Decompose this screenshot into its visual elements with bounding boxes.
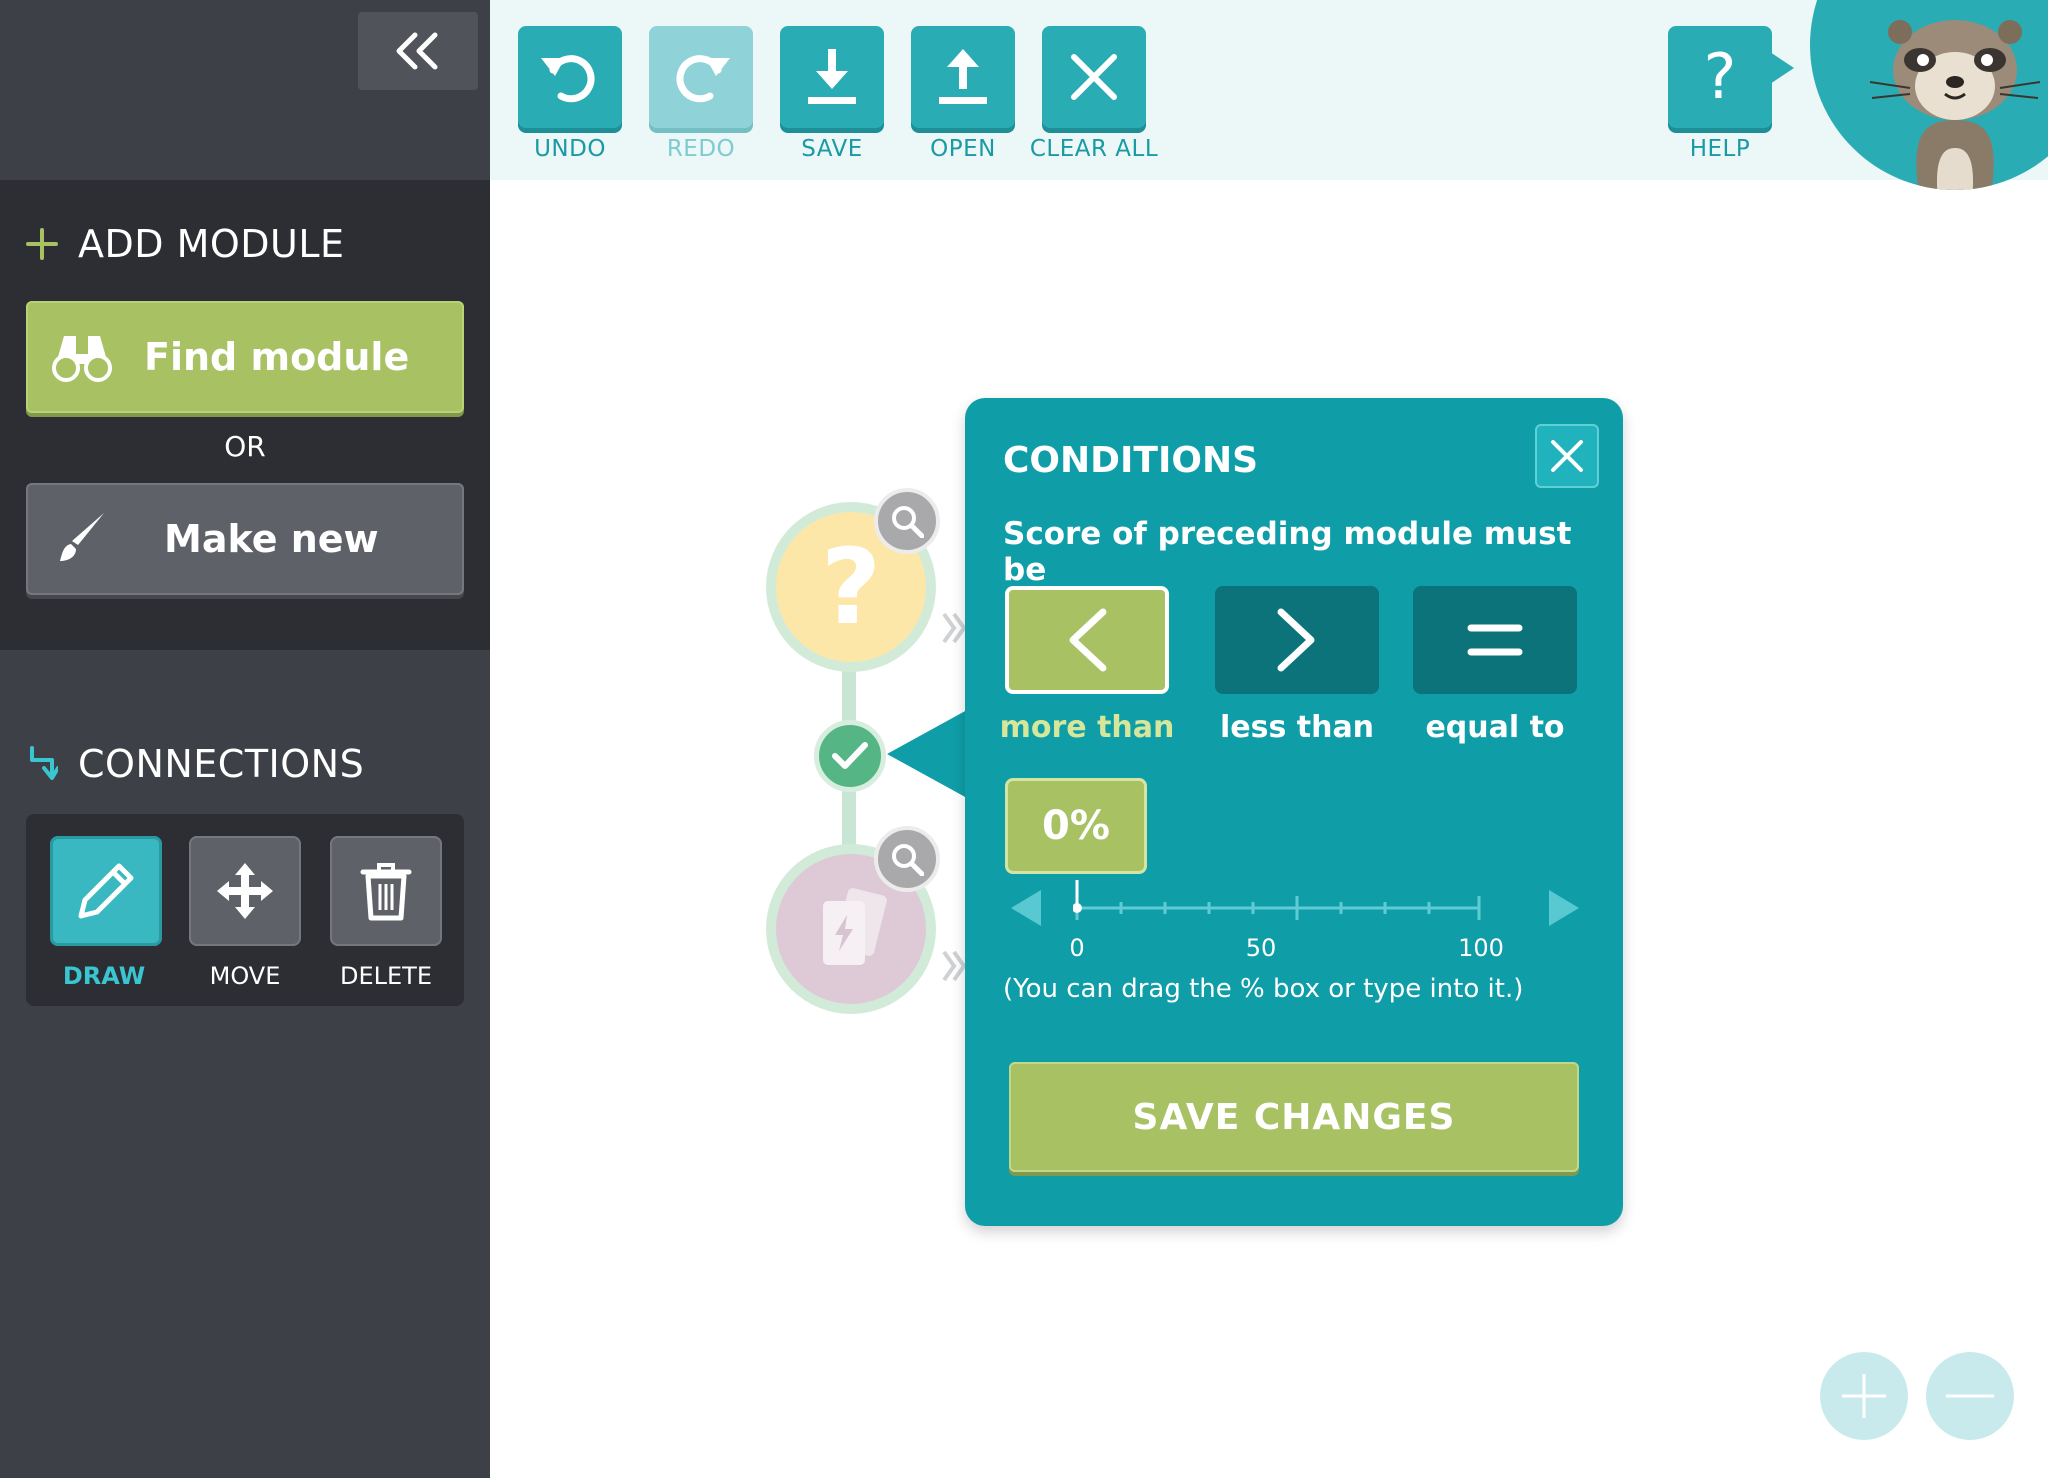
dialog-close-button[interactable] [1535, 424, 1599, 488]
trash-icon [359, 860, 413, 922]
delete-tool-button[interactable] [330, 836, 442, 946]
more-than-option[interactable] [1005, 586, 1169, 694]
add-module-title: ADD MODULE [78, 222, 345, 266]
plus-icon [26, 228, 58, 260]
question-mark-icon: ? [1703, 40, 1737, 113]
move-arrows-icon [213, 859, 277, 923]
slider-increase-arrow-icon[interactable] [1547, 888, 1581, 928]
connections-toolbox: DRAW MOVE DELETE [26, 814, 464, 1006]
percent-input-box[interactable]: 0% [1005, 778, 1147, 874]
double-chevron-left-icon [393, 31, 443, 71]
more-than-label: more than [999, 710, 1175, 745]
clear-all-button[interactable] [1042, 26, 1146, 128]
move-tool-button[interactable] [189, 836, 301, 946]
paintbrush-icon [56, 511, 108, 567]
slider-mid-label: 50 [1245, 934, 1277, 962]
slider-min-label: 0 [1069, 934, 1085, 962]
open-button[interactable] [911, 26, 1015, 128]
or-divider-text: OR [224, 430, 266, 463]
redo-icon [670, 50, 732, 104]
question-node-symbol: ? [820, 526, 882, 648]
make-new-label: Make new [164, 517, 379, 561]
dialog-subtitle: Score of preceding module must be [1003, 516, 1572, 588]
save-button[interactable] [780, 26, 884, 128]
save-changes-button[interactable]: SAVE CHANGES [1009, 1062, 1579, 1172]
connections-heading: CONNECTIONS [26, 742, 364, 786]
dialog-title: CONDITIONS [1003, 440, 1259, 481]
binoculars-icon [50, 330, 114, 384]
clear-all-label: CLEAR ALL [1029, 136, 1159, 162]
node-expand-chevron-icon [940, 948, 968, 984]
help-bubble-tail [1770, 52, 1794, 84]
sidebar: ADD MODULE Find module OR Make new CONNE… [0, 0, 490, 1478]
meerkat-icon [1850, 10, 2048, 190]
less-than-option[interactable] [1215, 586, 1379, 694]
move-tool-label: MOVE [209, 962, 281, 990]
magnifier-icon [890, 842, 924, 876]
magnifier-icon [890, 504, 924, 538]
slider-max-label: 100 [1458, 934, 1504, 962]
percent-slider[interactable] [1073, 880, 1483, 936]
connection-arrow-icon [26, 746, 58, 782]
chevron-right-icon [1275, 608, 1319, 672]
add-module-heading: ADD MODULE [26, 222, 345, 266]
node-expand-chevron-icon [940, 610, 968, 646]
find-module-label: Find module [144, 335, 410, 379]
upload-icon [935, 47, 991, 107]
help-button[interactable]: ? [1668, 26, 1772, 128]
undo-icon [539, 50, 601, 104]
equal-to-label: equal to [1425, 710, 1565, 745]
connections-title: CONNECTIONS [78, 742, 365, 786]
dialog-pointer [887, 710, 967, 798]
zoom-out-button[interactable] [1926, 1352, 2014, 1440]
undo-button[interactable] [518, 26, 622, 128]
cards-lightning-icon [813, 887, 889, 971]
pencil-icon [75, 860, 137, 922]
draw-tool-button[interactable] [50, 836, 162, 946]
slider-decrease-arrow-icon[interactable] [1009, 888, 1043, 928]
chevron-left-icon [1065, 608, 1109, 672]
zoom-in-button[interactable] [1820, 1352, 1908, 1440]
inspect-question-node-button[interactable] [874, 488, 940, 554]
close-icon [1549, 438, 1585, 474]
collapse-sidebar-button[interactable] [358, 12, 478, 90]
find-module-button[interactable]: Find module [26, 301, 464, 413]
condition-check-node[interactable] [814, 720, 886, 792]
less-than-label: less than [1219, 710, 1375, 745]
delete-tool-label: DELETE [339, 962, 432, 990]
inspect-activity-node-button[interactable] [874, 826, 940, 892]
plus-icon [1838, 1370, 1890, 1422]
equals-icon [1467, 622, 1523, 658]
redo-button[interactable] [649, 26, 753, 128]
checkmark-icon [831, 741, 869, 771]
minus-icon [1942, 1370, 1998, 1422]
sidebar-header [0, 0, 490, 180]
close-x-icon [1069, 52, 1119, 102]
draw-tool-label: DRAW [62, 962, 146, 990]
help-label: HELP [1689, 136, 1751, 162]
slider-hint-text: (You can drag the % box or type into it.… [1003, 974, 1524, 1004]
equal-to-option[interactable] [1413, 586, 1577, 694]
make-new-button[interactable]: Make new [26, 483, 464, 595]
conditions-dialog: CONDITIONS Score of preceding module mus… [965, 398, 1623, 1226]
download-icon [804, 47, 860, 107]
